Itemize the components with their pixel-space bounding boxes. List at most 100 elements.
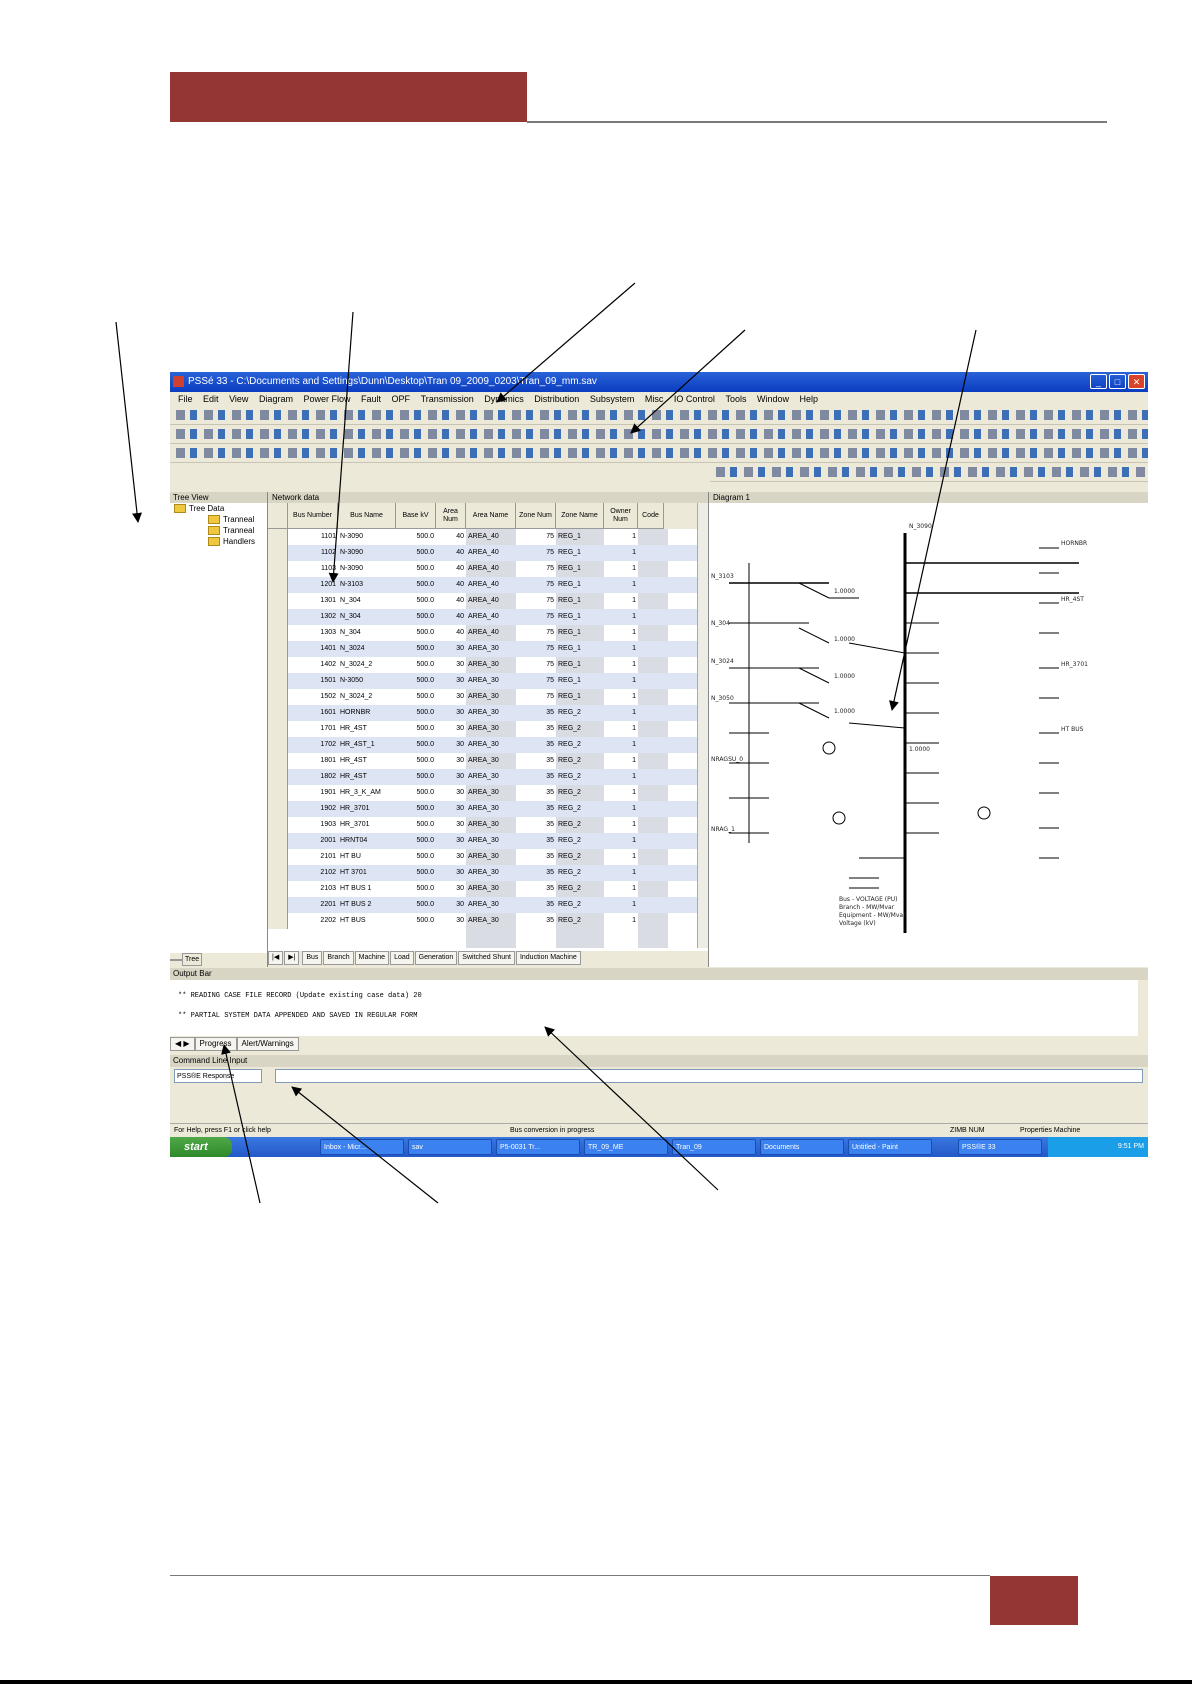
table-cell[interactable]: 40	[438, 529, 464, 545]
table-cell[interactable]: REG_2	[558, 897, 602, 913]
row-selector[interactable]	[268, 897, 288, 913]
table-cell[interactable]: 30	[438, 801, 464, 817]
table-cell[interactable]: 30	[438, 817, 464, 833]
one-line-diagram[interactable]: N_3090 N_3103 N_304 N_3024 N_3050 HORNBR…	[709, 503, 1148, 967]
table-cell[interactable]: 1902	[290, 801, 336, 817]
table-cell[interactable]: 1501	[290, 673, 336, 689]
table-cell[interactable]: 75	[518, 593, 554, 609]
table-cell[interactable]: 35	[518, 737, 554, 753]
table-cell[interactable]	[640, 673, 662, 689]
table-cell[interactable]: REG_1	[558, 593, 602, 609]
table-cell[interactable]: 1502	[290, 689, 336, 705]
table-cell[interactable]: HT BU	[340, 849, 394, 865]
table-cell[interactable]: HR_3701	[340, 817, 394, 833]
table-cell[interactable]: REG_2	[558, 833, 602, 849]
table-cell[interactable]: REG_1	[558, 561, 602, 577]
taskbar-item[interactable]: P5-0031 Tr...	[496, 1139, 580, 1155]
table-row[interactable]: 1902 HR_3701 500.0 30 AREA_30 35 REG_2 1	[268, 801, 698, 817]
table-cell[interactable]: AREA_30	[468, 705, 514, 721]
table-cell[interactable]	[640, 849, 662, 865]
table-cell[interactable]: 500.0	[398, 689, 434, 705]
table-cell[interactable]: 35	[518, 721, 554, 737]
table-cell[interactable]: 30	[438, 897, 464, 913]
table-cell[interactable]: 1702	[290, 737, 336, 753]
table-row[interactable]: 1801 HR_4ST 500.0 30 AREA_30 35 REG_2 1	[268, 753, 698, 769]
table-cell[interactable]: 30	[438, 721, 464, 737]
table-cell[interactable]: 40	[438, 577, 464, 593]
table-cell[interactable]: HR_3701	[340, 801, 394, 817]
tab-alerts-warnings[interactable]: Alert/Warnings	[236, 1037, 299, 1051]
table-cell[interactable]: 500.0	[398, 721, 434, 737]
table-cell[interactable]: 75	[518, 577, 554, 593]
row-selector[interactable]	[268, 577, 288, 593]
table-cell[interactable]	[640, 769, 662, 785]
start-button[interactable]: start	[170, 1137, 232, 1157]
column-header[interactable]: Owner Num	[604, 503, 638, 529]
table-cell[interactable]: AREA_30	[468, 737, 514, 753]
table-cell[interactable]: 35	[518, 817, 554, 833]
table-row[interactable]: 1302 N_304 500.0 40 AREA_40 75 REG_1 1	[268, 609, 698, 625]
column-header[interactable]: Code	[638, 503, 664, 529]
table-cell[interactable]	[640, 801, 662, 817]
table-cell[interactable]: 500.0	[398, 865, 434, 881]
table-cell[interactable]: 1	[606, 897, 636, 913]
table-row[interactable]: 1301 N_304 500.0 40 AREA_40 75 REG_1 1	[268, 593, 698, 609]
table-cell[interactable]	[640, 721, 662, 737]
table-row[interactable]: 2103 HT BUS 1 500.0 30 AREA_30 35 REG_2 1	[268, 881, 698, 897]
table-cell[interactable]: AREA_40	[468, 529, 514, 545]
row-selector[interactable]	[268, 865, 288, 881]
output-tab-nav[interactable]: ◀ ▶	[170, 1037, 195, 1051]
table-cell[interactable]: 35	[518, 897, 554, 913]
table-cell[interactable]: 500.0	[398, 545, 434, 561]
row-selector[interactable]	[268, 609, 288, 625]
table-cell[interactable]: 30	[438, 785, 464, 801]
menu-distribution[interactable]: Distribution	[534, 392, 579, 406]
table-cell[interactable]: HT BUS 2	[340, 897, 394, 913]
table-cell[interactable]	[640, 625, 662, 641]
row-selector[interactable]	[268, 817, 288, 833]
table-cell[interactable]: 1303	[290, 625, 336, 641]
table-cell[interactable]: 1	[606, 737, 636, 753]
table-cell[interactable]: AREA_40	[468, 625, 514, 641]
tab-machine[interactable]: Machine	[354, 951, 390, 965]
table-cell[interactable]: 500.0	[398, 801, 434, 817]
table-cell[interactable]: 1801	[290, 753, 336, 769]
table-cell[interactable]: AREA_30	[468, 881, 514, 897]
tree-tab[interactable]: Tree	[182, 953, 203, 966]
table-cell[interactable]: 1601	[290, 705, 336, 721]
table-cell[interactable]: N-3090	[340, 561, 394, 577]
table-cell[interactable]: HRNT04	[340, 833, 394, 849]
table-row[interactable]: 1701 HR_4ST 500.0 30 AREA_30 35 REG_2 1	[268, 721, 698, 737]
table-cell[interactable]: HT BUS 1	[340, 881, 394, 897]
table-row[interactable]: 2201 HT BUS 2 500.0 30 AREA_30 35 REG_2 1	[268, 897, 698, 913]
table-cell[interactable]: 1	[606, 641, 636, 657]
table-cell[interactable]: REG_1	[558, 577, 602, 593]
table-cell[interactable]: REG_1	[558, 609, 602, 625]
taskbar-item[interactable]: Untitled - Paint	[848, 1139, 932, 1155]
table-cell[interactable]: 35	[518, 753, 554, 769]
menu-window[interactable]: Window	[757, 392, 789, 406]
table-cell[interactable]: 1102	[290, 545, 336, 561]
table-cell[interactable]	[640, 817, 662, 833]
column-header[interactable]: Zone Num	[516, 503, 556, 529]
table-cell[interactable]: REG_2	[558, 769, 602, 785]
diagram-tab[interactable]: Diagram 1	[709, 492, 1148, 503]
table-row[interactable]: 2001 HRNT04 500.0 30 AREA_30 35 REG_2 1	[268, 833, 698, 849]
maximize-button[interactable]: □	[1109, 374, 1126, 389]
table-row[interactable]: 1501 N-3050 500.0 30 AREA_30 75 REG_1 1	[268, 673, 698, 689]
table-cell[interactable]: 1101	[290, 529, 336, 545]
table-cell[interactable]: AREA_30	[468, 817, 514, 833]
table-cell[interactable]: N-3103	[340, 577, 394, 593]
tree-root[interactable]: Tree Data	[170, 503, 267, 514]
table-cell[interactable]: 500.0	[398, 913, 434, 929]
table-cell[interactable]	[640, 865, 662, 881]
table-cell[interactable]: 500.0	[398, 561, 434, 577]
table-cell[interactable]: 1	[606, 625, 636, 641]
tab-nav[interactable]: |◀	[268, 951, 284, 965]
table-cell[interactable]: 35	[518, 705, 554, 721]
tree-item[interactable]: Handlers	[170, 536, 267, 547]
table-row[interactable]: 1201 N-3103 500.0 40 AREA_40 75 REG_1 1	[268, 577, 698, 593]
menu-diagram[interactable]: Diagram	[259, 392, 293, 406]
table-cell[interactable]: 1	[606, 577, 636, 593]
table-cell[interactable]: AREA_30	[468, 689, 514, 705]
